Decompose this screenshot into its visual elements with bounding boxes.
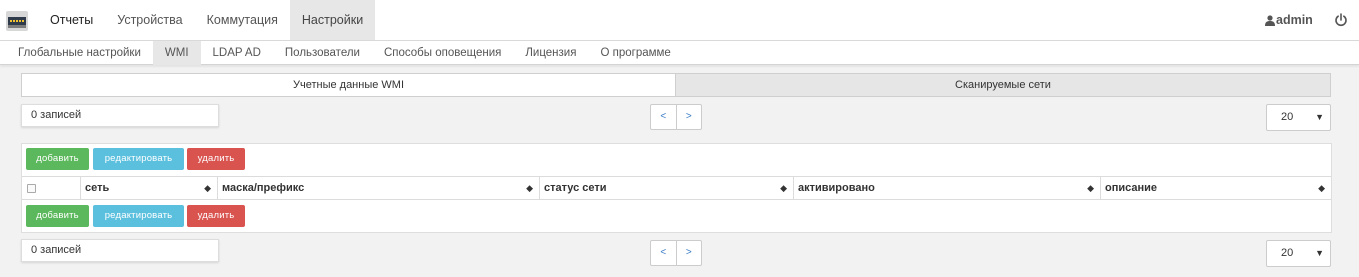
delete-button[interactable]: удалить [187, 148, 245, 170]
table-header: сеть ◆ маска/префикс ◆ статус сети ◆ акт… [22, 176, 1331, 200]
caret-down-icon: ▼ [1315, 248, 1324, 258]
column-activated-label: активировано [798, 182, 875, 194]
sort-icon: ◆ [526, 183, 533, 193]
caret-down-icon: ▼ [1315, 112, 1324, 122]
sort-icon: ◆ [204, 183, 211, 193]
menu-item-reports[interactable]: Отчеты [38, 0, 105, 40]
settings-subnav-menu: Глобальные настройки WMI LDAP AD Пользов… [6, 41, 683, 65]
subnav-item-global-settings[interactable]: Глобальные настройки [6, 41, 153, 65]
tab-scanned-networks[interactable]: Сканируемые сети [676, 73, 1331, 97]
page-size-select-bottom[interactable]: 20 ▼ [1266, 240, 1331, 267]
subnav-item-about[interactable]: О программе [588, 41, 682, 65]
records-count-bottom: 0 записей [21, 239, 219, 262]
subnav-item-notifications[interactable]: Способы оповещения [372, 41, 513, 65]
column-description[interactable]: описание ◆ [1100, 177, 1331, 199]
add-button[interactable]: добавить [26, 148, 89, 170]
column-description-label: описание [1105, 182, 1158, 194]
next-page-button-bottom[interactable]: > [675, 241, 702, 265]
edit-button-bottom[interactable]: редактировать [93, 205, 184, 227]
edit-button[interactable]: редактировать [93, 148, 184, 170]
column-network-label: сеть [85, 182, 110, 194]
menu-item-switching[interactable]: Коммутация [195, 0, 290, 40]
add-button-bottom[interactable]: добавить [26, 205, 89, 227]
next-page-button[interactable]: > [675, 105, 702, 129]
pagination-bottom: < > [650, 240, 702, 266]
records-count: 0 записей [21, 104, 219, 127]
subnav-item-license[interactable]: Лицензия [513, 41, 588, 65]
wmi-tabs: Учетные данные WMI Сканируемые сети [21, 73, 1331, 97]
power-icon[interactable] [1334, 13, 1348, 27]
column-activated[interactable]: активировано ◆ [793, 177, 1100, 199]
user-menu[interactable]: admin [1265, 0, 1313, 40]
networks-table-panel: добавить редактировать удалить сеть ◆ ма… [21, 143, 1332, 233]
delete-button-bottom[interactable]: удалить [187, 205, 245, 227]
main-menu: Отчеты Устройства Коммутация Настройки [38, 0, 376, 40]
prev-page-button-bottom[interactable]: < [651, 241, 676, 265]
tab-wmi-credentials[interactable]: Учетные данные WMI [21, 73, 676, 97]
column-network[interactable]: сеть ◆ [80, 177, 217, 199]
pagination: < > [650, 104, 702, 130]
menu-item-devices[interactable]: Устройства [105, 0, 194, 40]
column-mask[interactable]: маска/префикс ◆ [217, 177, 539, 199]
sort-icon: ◆ [1318, 183, 1325, 193]
page-size-value-bottom: 20 [1281, 247, 1294, 259]
page-size-select[interactable]: 20 ▼ [1266, 104, 1331, 131]
subnav-item-wmi[interactable]: WMI [152, 41, 201, 65]
sort-icon: ◆ [1087, 183, 1094, 193]
subnav-item-users[interactable]: Пользователи [273, 41, 372, 65]
settings-subnav: Глобальные настройки WMI LDAP AD Пользов… [0, 41, 1359, 65]
user-icon [1265, 14, 1275, 26]
prev-page-button[interactable]: < [651, 105, 676, 129]
subnav-item-ldap[interactable]: LDAP AD [201, 41, 273, 65]
page-size-value: 20 [1281, 111, 1294, 123]
column-network-status[interactable]: статус сети ◆ [539, 177, 793, 199]
username-label: admin [1276, 13, 1313, 27]
app-logo-icon[interactable] [6, 11, 28, 31]
top-navbar: Отчеты Устройства Коммутация Настройки a… [0, 0, 1359, 41]
column-network-status-label: статус сети [544, 182, 607, 194]
column-mask-label: маска/префикс [222, 182, 305, 194]
select-all-checkbox[interactable] [27, 184, 36, 193]
sort-icon: ◆ [780, 183, 787, 193]
menu-item-settings[interactable]: Настройки [289, 0, 376, 40]
